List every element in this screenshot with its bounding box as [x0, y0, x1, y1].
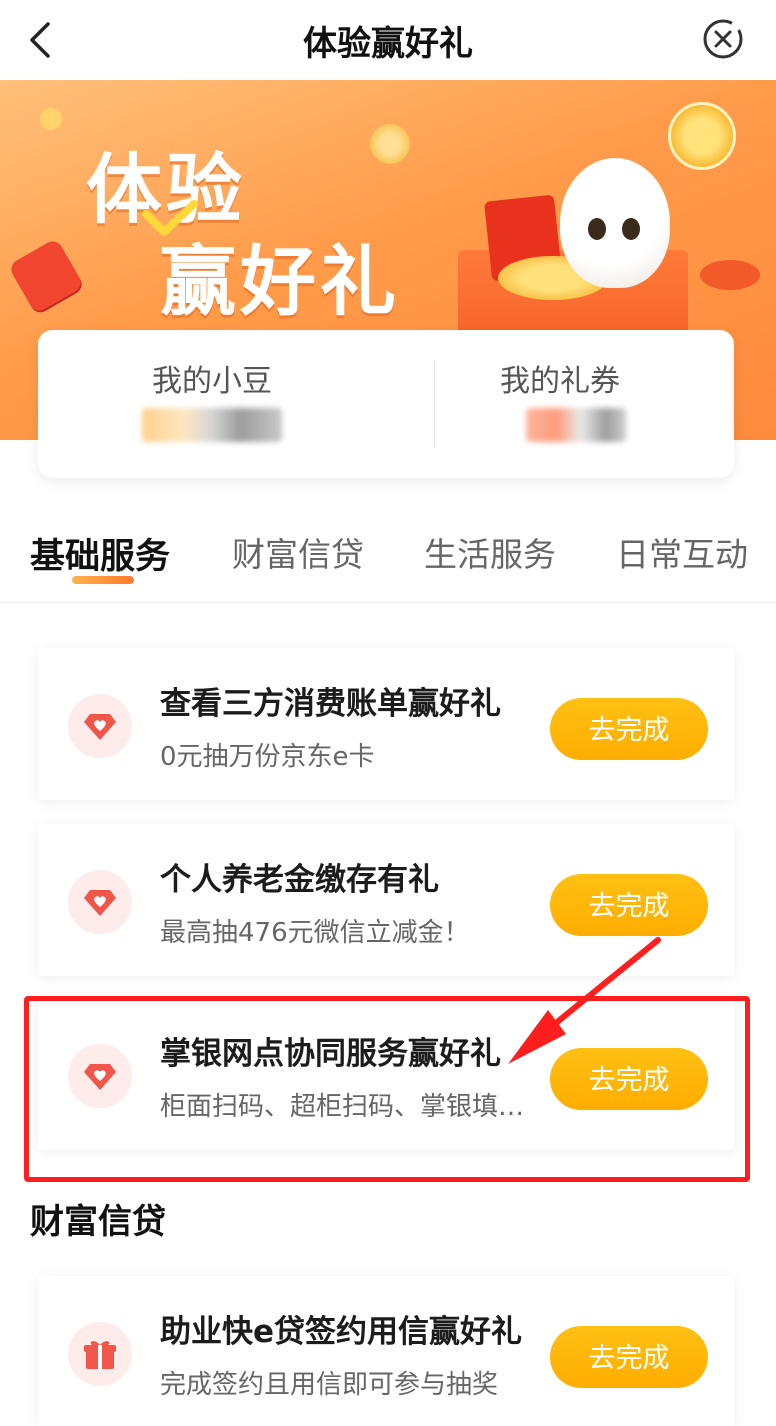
mascot-eye	[622, 218, 640, 240]
hero-title-line2: 赢好礼	[160, 237, 400, 326]
task-title: 查看三方消费账单赢好礼	[160, 686, 501, 722]
coin-icon	[40, 108, 62, 130]
task-subtitle: 最高抽476元微信立减金！	[160, 918, 470, 948]
task-card: 个人养老金缴存有礼 最高抽476元微信立减金！ 去完成	[38, 824, 734, 976]
go-complete-button[interactable]: 去完成	[550, 1326, 708, 1388]
coupons-stat[interactable]: 我的礼券	[386, 330, 734, 478]
section-title-wealth-credit: 财富信贷	[30, 1202, 166, 1242]
gift-icon	[68, 1322, 132, 1386]
coupons-label: 我的礼券	[500, 364, 620, 399]
mascot-eye	[588, 218, 606, 240]
mascot-illustration	[560, 158, 670, 288]
coin-icon	[668, 102, 736, 170]
go-complete-button[interactable]: 去完成	[550, 698, 708, 760]
page-title: 体验赢好礼	[303, 24, 473, 64]
coupons-value-blurred	[526, 408, 626, 442]
beans-value-blurred	[142, 408, 282, 442]
tab-wealth-credit[interactable]: 财富信贷	[232, 528, 364, 576]
task-title: 助业快e贷签约用信赢好礼	[160, 1314, 523, 1350]
tab-life-services[interactable]: 生活服务	[424, 528, 556, 576]
task-card: 查看三方消费账单赢好礼 0元抽万份京东e卡 去完成	[38, 648, 734, 800]
diamond-heart-icon	[68, 870, 132, 934]
active-tab-indicator	[72, 576, 134, 584]
coin-icon	[370, 124, 410, 164]
stats-card: 我的小豆 我的礼券	[38, 330, 734, 478]
tab-basic-services[interactable]: 基础服务	[30, 528, 170, 579]
tab-daily-interaction[interactable]: 日常互动	[616, 528, 748, 576]
category-tabs: 基础服务 财富信贷 生活服务 日常互动	[0, 510, 776, 603]
task-subtitle: 完成签约且用信即可参与抽奖	[160, 1370, 499, 1400]
task-subtitle: 0元抽万份京东e卡	[160, 742, 375, 772]
beans-label: 我的小豆	[152, 364, 272, 399]
top-nav-bar: 体验赢好礼	[0, 0, 776, 80]
beans-stat[interactable]: 我的小豆	[38, 330, 386, 478]
red-envelope-icon	[7, 237, 85, 315]
task-title: 个人养老金缴存有礼	[160, 862, 439, 898]
highlight-annotation-box	[24, 996, 750, 1182]
ribbon-decoration	[700, 260, 760, 290]
go-complete-button[interactable]: 去完成	[550, 874, 708, 936]
diamond-heart-icon	[68, 694, 132, 758]
close-circle-icon[interactable]	[702, 18, 744, 60]
